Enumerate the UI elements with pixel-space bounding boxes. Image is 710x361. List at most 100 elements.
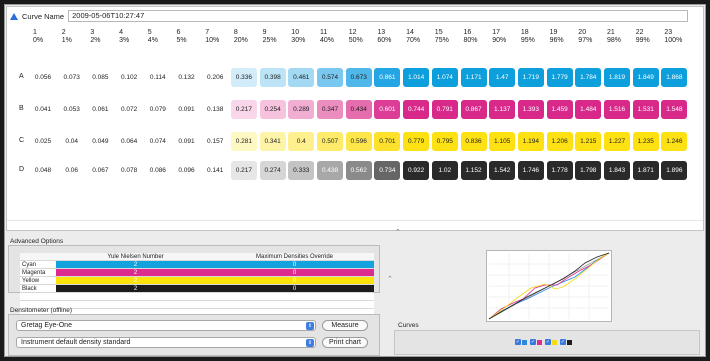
density-cell[interactable]: 0.157	[202, 132, 229, 151]
yule-nielsen-value[interactable]: 2	[56, 269, 215, 276]
density-cell[interactable]: 0.922	[403, 161, 430, 180]
density-cell[interactable]: 0.056	[30, 68, 56, 87]
density-standard-select[interactable]: Instrument default density standard ⇕	[16, 337, 316, 348]
density-cell[interactable]: 1.548	[661, 100, 688, 119]
density-cell[interactable]: 0.341	[259, 132, 286, 151]
density-cell[interactable]: 0.061	[87, 100, 114, 119]
density-cell[interactable]: 0.049	[87, 132, 114, 151]
density-cell[interactable]: 0.053	[58, 100, 85, 119]
density-cell[interactable]: 1.171	[460, 68, 487, 87]
density-cell[interactable]: 1.819	[604, 68, 630, 87]
density-cell[interactable]: 0.086	[144, 161, 171, 180]
density-cell[interactable]: 0.091	[173, 132, 200, 151]
density-cell[interactable]: 1.531	[632, 100, 659, 119]
density-cell[interactable]: 1.459	[546, 100, 573, 119]
density-cell[interactable]: 0.132	[173, 68, 200, 87]
density-cell[interactable]: 0.333	[288, 161, 315, 180]
print-chart-button[interactable]: Print chart	[322, 337, 368, 348]
density-cell[interactable]: 0.438	[317, 161, 343, 180]
density-cell[interactable]: 1.798	[575, 161, 602, 180]
density-cell[interactable]: 0.574	[317, 68, 343, 87]
yule-nielsen-value[interactable]: 2	[56, 261, 215, 268]
density-cell[interactable]: 1.235	[632, 132, 659, 151]
density-cell[interactable]: 1.746	[517, 161, 544, 180]
density-cell[interactable]: 0.073	[58, 68, 85, 87]
density-cell[interactable]: 0.562	[345, 161, 372, 180]
density-cell[interactable]: 1.896	[661, 161, 688, 180]
measure-button[interactable]: Measure	[322, 320, 368, 331]
device-select[interactable]: Gretag Eye-One ⇕	[16, 320, 316, 331]
density-cell[interactable]: 0.274	[259, 161, 286, 180]
density-cell[interactable]: 0.102	[116, 68, 143, 87]
density-cell[interactable]: 0.064	[116, 132, 143, 151]
curve-toggle[interactable]: ✓	[545, 339, 557, 345]
density-cell[interactable]: 1.719	[517, 68, 544, 87]
yule-nielsen-value[interactable]: 2	[56, 285, 215, 292]
density-cell[interactable]: 0.4	[288, 132, 315, 151]
density-cell[interactable]: 1.843	[604, 161, 630, 180]
density-cell[interactable]: 0.206	[202, 68, 229, 87]
checkbox-icon[interactable]: ✓	[515, 339, 521, 345]
max-density-value[interactable]: 0	[215, 269, 374, 276]
density-cell[interactable]: 1.137	[489, 100, 516, 119]
density-cell[interactable]: 1.215	[575, 132, 602, 151]
density-cell[interactable]: 0.072	[116, 100, 143, 119]
curve-name-input[interactable]: 2009-05-06T10:27:47	[68, 10, 689, 22]
density-cell[interactable]: 1.484	[575, 100, 602, 119]
density-cell[interactable]: 1.227	[604, 132, 630, 151]
density-cell[interactable]: 1.074	[431, 68, 458, 87]
density-cell[interactable]: 0.217	[230, 100, 257, 119]
density-cell[interactable]: 0.507	[317, 132, 343, 151]
advanced-row-cyan[interactable]: Cyan 2 0	[20, 261, 374, 269]
density-cell[interactable]: 1.516	[604, 100, 630, 119]
density-cell[interactable]: 0.434	[345, 100, 372, 119]
density-cell[interactable]: 0.048	[30, 161, 56, 180]
density-cell[interactable]: 0.861	[374, 68, 401, 87]
advanced-row-yellow[interactable]: Yellow 2 0	[20, 277, 374, 285]
checkbox-icon[interactable]: ✓	[545, 339, 551, 345]
advanced-row-magenta[interactable]: Magenta 2 0	[20, 269, 374, 277]
density-cell[interactable]: 0.744	[403, 100, 430, 119]
density-cell[interactable]: 1.152	[460, 161, 487, 180]
max-density-value[interactable]: 0	[215, 277, 374, 284]
density-cell[interactable]: 0.867	[460, 100, 487, 119]
density-cell[interactable]: 1.778	[546, 161, 573, 180]
density-cell[interactable]: 1.542	[489, 161, 516, 180]
density-cell[interactable]: 0.289	[288, 100, 315, 119]
density-cell[interactable]: 0.114	[144, 68, 171, 87]
checkbox-icon[interactable]: ✓	[560, 339, 566, 345]
curve-toggle[interactable]: ✓	[515, 339, 527, 345]
density-cell[interactable]: 0.025	[30, 132, 56, 151]
resize-caret-icon[interactable]: ⌃	[395, 228, 401, 236]
density-cell[interactable]: 0.461	[288, 68, 315, 87]
collapse-caret-icon[interactable]: ⌃	[387, 275, 393, 283]
density-cell[interactable]: 1.105	[489, 132, 516, 151]
density-cell[interactable]: 0.141	[202, 161, 229, 180]
density-cell[interactable]: 0.041	[30, 100, 56, 119]
density-cell[interactable]: 1.779	[546, 68, 573, 87]
density-cell[interactable]: 1.02	[431, 161, 458, 180]
checkbox-icon[interactable]: ✓	[530, 339, 536, 345]
density-cell[interactable]: 1.784	[575, 68, 602, 87]
density-cell[interactable]: 0.254	[259, 100, 286, 119]
density-cell[interactable]: 0.347	[317, 100, 343, 119]
density-cell[interactable]: 0.836	[460, 132, 487, 151]
density-cell[interactable]: 0.138	[202, 100, 229, 119]
density-cell[interactable]: 0.074	[144, 132, 171, 151]
density-cell[interactable]: 1.47	[489, 68, 516, 87]
density-cell[interactable]: 0.336	[230, 68, 257, 87]
density-cell[interactable]: 0.078	[116, 161, 143, 180]
density-cell[interactable]: 0.06	[58, 161, 85, 180]
density-cell[interactable]: 0.601	[374, 100, 401, 119]
density-cell[interactable]: 0.734	[374, 161, 401, 180]
density-cell[interactable]: 0.079	[144, 100, 171, 119]
density-cell[interactable]: 0.04	[58, 132, 85, 151]
density-cell[interactable]: 0.217	[230, 161, 257, 180]
yule-nielsen-value[interactable]: 2	[56, 277, 215, 284]
density-cell[interactable]: 0.673	[345, 68, 372, 87]
density-cell[interactable]: 0.067	[87, 161, 114, 180]
density-cell[interactable]: 0.091	[173, 100, 200, 119]
curve-toggle[interactable]: ✓	[530, 339, 542, 345]
density-cell[interactable]: 1.849	[632, 68, 659, 87]
density-cell[interactable]: 1.871	[632, 161, 659, 180]
